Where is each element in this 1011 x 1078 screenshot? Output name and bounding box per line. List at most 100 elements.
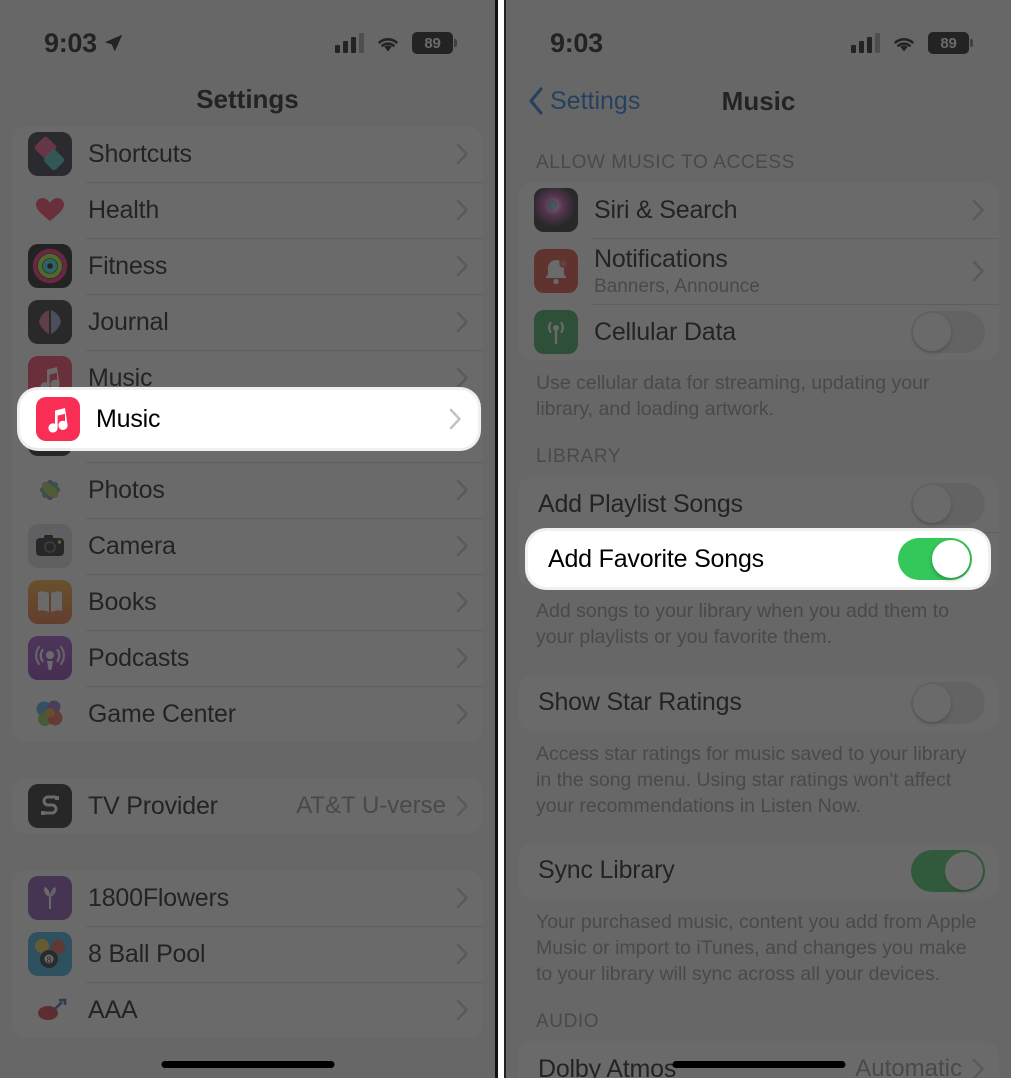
row-label: Sync Library <box>538 856 675 885</box>
tv-provider-icon <box>28 784 72 828</box>
journal-app-icon <box>28 300 72 344</box>
chevron-right-icon <box>456 591 468 613</box>
chevron-right-icon <box>456 703 468 725</box>
row-notifications[interactable]: Notifications Banners, Announce <box>518 238 999 304</box>
sidebar-item-aaa[interactable]: AAA <box>12 982 483 1038</box>
sidebar-item-label: Shortcuts <box>88 139 192 168</box>
sidebar-item-label: Photos <box>88 475 165 504</box>
row-add-playlist-songs[interactable]: Add Playlist Songs <box>518 476 999 533</box>
left-status-bar: 9:03 89 <box>0 0 495 72</box>
toggle-knob <box>913 313 951 351</box>
highlight-music-row[interactable]: Music <box>20 390 478 448</box>
chevron-right-icon <box>456 943 468 965</box>
tv-provider-value: AT&T U-verse <box>296 792 446 819</box>
cellular-signal-icon <box>851 33 880 53</box>
footnote-library: Add songs to your library when you add t… <box>536 600 949 649</box>
fitness-app-icon <box>28 244 72 288</box>
sidebar-item-camera[interactable]: Camera <box>12 518 483 574</box>
flowers-app-icon <box>28 876 72 920</box>
chevron-right-icon <box>456 535 468 557</box>
allow-access-group: Siri & Search Notifications Banners, Ann… <box>518 182 999 360</box>
highlight-music-label: Music <box>96 404 161 433</box>
sidebar-item-label: 8 Ball Pool <box>88 939 206 968</box>
section-header-allow-access: ALLOW MUSIC TO ACCESS <box>536 152 795 173</box>
chevron-right-icon <box>972 1058 984 1078</box>
cellular-data-toggle[interactable] <box>911 311 985 353</box>
sidebar-item-photos[interactable]: Photos <box>12 462 483 518</box>
sidebar-item-8-ball-pool[interactable]: 8 8 Ball Pool <box>12 926 483 982</box>
chevron-right-icon <box>972 260 984 282</box>
sidebar-item-shortcuts[interactable]: Shortcuts <box>12 126 483 182</box>
chevron-right-icon <box>972 199 984 221</box>
status-time: 9:03 <box>44 27 97 58</box>
sidebar-item-books[interactable]: Books <box>12 574 483 630</box>
sidebar-item-health[interactable]: Health <box>12 182 483 238</box>
dolby-atmos-value: Automatic <box>855 1055 962 1078</box>
chevron-right-icon <box>456 255 468 277</box>
notifications-app-icon <box>534 249 578 293</box>
row-dolby-atmos[interactable]: Dolby Atmos Automatic <box>518 1041 999 1078</box>
sidebar-item-label: TV Provider <box>88 791 218 820</box>
chevron-right-icon <box>449 408 461 430</box>
sidebar-item-label: Journal <box>88 307 169 336</box>
section-header-audio: AUDIO <box>536 1011 600 1033</box>
home-indicator <box>672 1061 845 1068</box>
chevron-right-icon <box>456 311 468 333</box>
show-star-ratings-toggle[interactable] <box>911 681 985 724</box>
chevron-right-icon <box>456 199 468 221</box>
game-center-app-icon <box>28 692 72 736</box>
sidebar-item-label: Camera <box>88 531 176 560</box>
row-label: Show Star Ratings <box>538 688 742 716</box>
sidebar-item-label: Health <box>88 195 160 224</box>
chevron-right-icon <box>456 887 468 909</box>
add-playlist-songs-toggle[interactable] <box>911 483 985 526</box>
wifi-icon <box>894 37 914 51</box>
chevron-right-icon <box>456 479 468 501</box>
eight-ball-pool-app-icon: 8 <box>28 932 72 976</box>
row-label: Cellular Data <box>594 317 736 346</box>
sidebar-item-tv-provider[interactable]: TV Provider AT&T U-verse <box>12 778 483 834</box>
sidebar-item-fitness[interactable]: Fitness <box>12 238 483 294</box>
sync-library-toggle[interactable] <box>911 849 985 892</box>
right-nav-bar: Settings Music <box>506 72 1011 130</box>
sidebar-item-podcasts[interactable]: Podcasts <box>12 630 483 686</box>
status-time: 9:03 <box>550 27 603 58</box>
row-show-star-ratings[interactable]: Show Star Ratings <box>518 674 999 731</box>
status-indicators: 89 <box>335 32 457 54</box>
row-cellular-data[interactable]: Cellular Data <box>518 304 999 360</box>
battery-level: 89 <box>940 34 957 52</box>
sidebar-item-journal[interactable]: Journal <box>12 294 483 350</box>
sidebar-item-label: Game Center <box>88 699 236 728</box>
sidebar-item-1800flowers[interactable]: 1800Flowers <box>12 870 483 926</box>
third-party-apps-group: 1800Flowers 8 8 Ball Pool AAA <box>12 870 483 1038</box>
highlight-add-favorite-songs-toggle[interactable] <box>898 538 972 580</box>
battery-indicator: 89 <box>412 32 457 54</box>
highlight-favorite-label: Add Favorite Songs <box>548 544 764 573</box>
chevron-left-icon <box>529 87 543 115</box>
sidebar-item-label: Fitness <box>88 251 168 280</box>
status-indicators: 89 <box>851 32 973 54</box>
back-button[interactable]: Settings <box>528 87 640 116</box>
toggle-knob <box>913 683 951 722</box>
photos-app-icon <box>28 468 72 512</box>
wifi-icon <box>378 37 398 51</box>
shortcuts-app-icon <box>28 132 72 176</box>
location-arrow-icon <box>104 34 123 51</box>
row-text-wrap: Notifications Banners, Announce <box>594 245 972 298</box>
highlight-add-favorite-songs-row[interactable]: Add Favorite Songs <box>528 531 988 587</box>
cellular-data-icon <box>534 310 578 354</box>
sidebar-item-game-center[interactable]: Game Center <box>12 686 483 742</box>
aaa-app-icon <box>28 988 72 1032</box>
row-sync-library[interactable]: Sync Library <box>518 842 999 899</box>
audio-group: Dolby Atmos Automatic <box>518 1041 999 1078</box>
sidebar-item-label: Books <box>88 587 157 616</box>
row-siri-and-search[interactable]: Siri & Search <box>518 182 999 238</box>
battery-indicator: 89 <box>928 32 973 54</box>
svg-text:8: 8 <box>46 955 51 965</box>
home-indicator <box>161 1061 334 1068</box>
books-app-icon <box>28 580 72 624</box>
camera-app-icon <box>28 524 72 568</box>
toggle-knob <box>945 851 983 890</box>
row-subtitle: Banners, Announce <box>594 275 760 297</box>
chevron-right-icon <box>456 999 468 1021</box>
